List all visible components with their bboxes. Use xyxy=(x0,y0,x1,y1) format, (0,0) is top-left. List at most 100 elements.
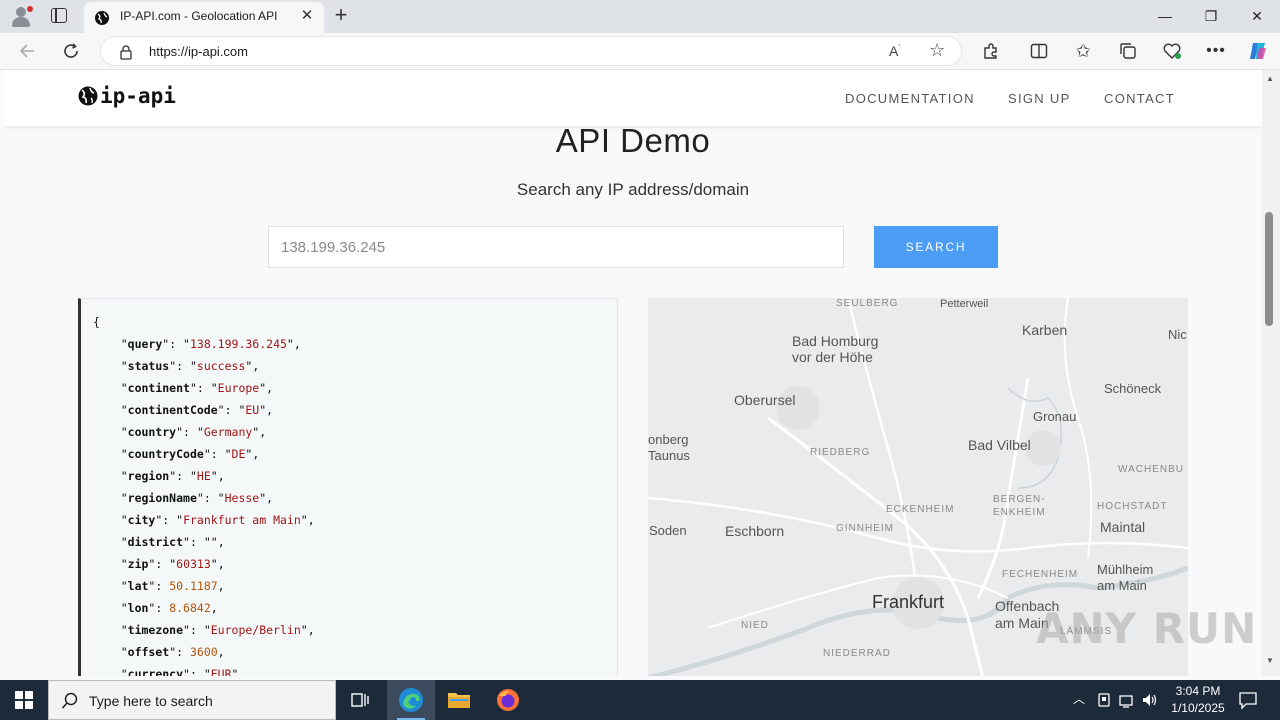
scroll-up-arrow-icon[interactable]: ▲ xyxy=(1263,74,1277,84)
taskbar-clock[interactable]: 3:04 PM 1/10/2025 xyxy=(1162,683,1234,717)
minimize-button[interactable]: — xyxy=(1142,0,1188,33)
json-key: zip xyxy=(127,557,149,571)
map-label: Karben xyxy=(1022,322,1068,338)
json-code-block: { "query": "138.199.36.245", "status": "… xyxy=(93,311,315,676)
json-line: "country": "Germany", xyxy=(120,425,267,439)
map-label: Soden xyxy=(649,523,687,538)
json-value: DE xyxy=(231,447,246,461)
json-value: success xyxy=(196,359,246,373)
favorites-button[interactable]: ✩ xyxy=(1068,37,1098,65)
profile-icon[interactable] xyxy=(8,4,34,30)
json-line: "region": "HE", xyxy=(120,469,225,483)
task-view-icon xyxy=(351,693,369,707)
clock-date: 1/10/2025 xyxy=(1171,701,1225,715)
json-line: "city": "Frankfurt am Main", xyxy=(120,513,315,527)
json-line: "offset": 3600, xyxy=(120,645,225,659)
browser-tab-active[interactable]: IP-API.com - Geolocation API ✕ xyxy=(84,2,324,33)
site-navbar: ip-api DOCUMENTATION SIGN UP CONTACT xyxy=(4,70,1262,126)
split-screen-button[interactable] xyxy=(1024,37,1054,65)
json-line: "continent": "Europe", xyxy=(120,381,274,395)
map-label: Eschborn xyxy=(725,523,785,539)
restore-button[interactable]: ❐ xyxy=(1188,0,1234,33)
json-value: Europe/Berlin xyxy=(210,623,301,637)
copilot-button[interactable] xyxy=(1243,37,1273,65)
address-bar[interactable]: https://ip-api.com Aʼ ☆ xyxy=(100,36,962,66)
taskbar-edge[interactable] xyxy=(387,680,435,720)
json-value: Hesse xyxy=(224,491,260,505)
browser-toolbar: https://ip-api.com Aʼ ☆ ✩ ••• xyxy=(0,33,1280,70)
page-scrollbar[interactable] xyxy=(1262,70,1280,676)
nav-contact[interactable]: CONTACT xyxy=(1104,91,1175,106)
json-key: district xyxy=(127,535,184,549)
taskbar-firefox[interactable] xyxy=(484,680,532,720)
json-key: offset xyxy=(127,645,170,659)
json-value: 60313 xyxy=(176,557,211,571)
json-value: EU xyxy=(245,403,260,417)
search-icon xyxy=(61,692,78,709)
back-button[interactable] xyxy=(12,37,42,65)
json-line: "query": "138.199.36.245", xyxy=(120,337,301,351)
more-dots-icon: ••• xyxy=(1206,42,1226,59)
settings-more-button[interactable]: ••• xyxy=(1201,37,1231,65)
json-key: region xyxy=(127,469,170,483)
taskbar-search-box[interactable]: Type here to search xyxy=(48,680,336,720)
json-key: currency xyxy=(127,667,184,676)
site-logo[interactable]: ip-api xyxy=(78,84,176,108)
json-value: Frankfurt am Main xyxy=(183,513,301,527)
tab-actions-icon[interactable] xyxy=(51,8,67,23)
json-key: country xyxy=(127,425,177,439)
new-tab-button[interactable]: + xyxy=(331,4,351,28)
json-line: "countryCode": "DE", xyxy=(120,447,260,461)
taskbar-file-explorer[interactable] xyxy=(435,680,483,720)
map-label: SEULBERG xyxy=(836,298,899,309)
back-arrow-icon xyxy=(19,44,34,58)
json-key: city xyxy=(127,513,156,527)
nav-sign-up[interactable]: SIGN UP xyxy=(1008,91,1071,106)
json-line: "lat": 50.1187, xyxy=(120,579,225,593)
map-label: NIED xyxy=(741,620,769,631)
lock-icon xyxy=(120,45,132,60)
clock-time: 3:04 PM xyxy=(1175,684,1221,698)
nav-documentation[interactable]: DOCUMENTATION xyxy=(845,91,975,106)
map-label: Gronau xyxy=(1033,409,1077,424)
start-button[interactable] xyxy=(0,680,48,720)
read-aloud-icon[interactable]: Aʼ xyxy=(889,43,900,59)
collections-button[interactable] xyxy=(1113,37,1143,65)
globe-logo-icon xyxy=(78,86,98,106)
notifications-icon[interactable] xyxy=(1238,690,1258,710)
map-label: GINNHEIM xyxy=(836,523,894,534)
heart-pulse-icon xyxy=(1163,43,1181,59)
extensions-button[interactable] xyxy=(976,37,1006,65)
json-line: "regionName": "Hesse", xyxy=(120,491,274,505)
split-screen-icon xyxy=(1030,43,1048,59)
scroll-down-arrow-icon[interactable]: ▼ xyxy=(1263,656,1277,666)
json-value: Europe xyxy=(217,381,260,395)
tab-close-icon[interactable]: ✕ xyxy=(298,7,316,25)
search-button[interactable]: SEARCH xyxy=(874,226,998,268)
map-label: HOCHSTADT xyxy=(1097,501,1168,512)
json-line: "currency": "EUR", xyxy=(93,663,315,676)
scrollbar-thumb[interactable] xyxy=(1265,212,1273,326)
network-icon[interactable] xyxy=(1118,690,1136,710)
json-key: lon xyxy=(127,601,149,615)
refresh-button[interactable] xyxy=(56,37,86,65)
windows-taskbar: Type here to search ︿ 3:04 PM 1/10/2025 xyxy=(0,680,1280,720)
map-label: Schöneck xyxy=(1104,381,1162,396)
json-key: countryCode xyxy=(127,447,204,461)
tray-overflow-chevron-icon[interactable]: ︿ xyxy=(1070,690,1088,710)
url-text: https://ip-api.com xyxy=(149,44,248,59)
json-line: "district": "", xyxy=(120,535,225,549)
volume-icon[interactable] xyxy=(1141,690,1159,710)
ip-search-input[interactable] xyxy=(268,226,844,268)
tray-device-icon[interactable] xyxy=(1095,690,1113,710)
close-window-button[interactable]: ✕ xyxy=(1234,0,1280,33)
map-label: ECKENHEIM xyxy=(886,504,955,515)
task-view-button[interactable] xyxy=(336,680,384,720)
folder-icon xyxy=(448,693,470,708)
map-label-frankfurt: Frankfurt xyxy=(872,592,945,612)
map-label: Nic xyxy=(1168,327,1187,342)
json-line: "lon": 8.6842, xyxy=(120,601,218,615)
browser-essentials-button[interactable] xyxy=(1157,37,1187,65)
anyrun-watermark: ANY RUN xyxy=(1036,604,1258,653)
favorite-star-icon[interactable]: ☆ xyxy=(929,40,945,61)
